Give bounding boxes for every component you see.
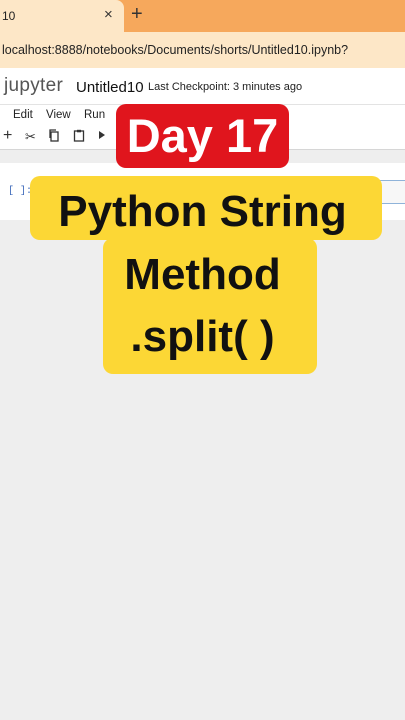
- address-bar[interactable]: localhost:8888/notebooks/Documents/short…: [0, 32, 405, 68]
- new-tab-icon[interactable]: +: [131, 3, 143, 26]
- jupyter-logo[interactable]: jupyter: [4, 75, 63, 97]
- url-text[interactable]: localhost:8888/notebooks/Documents/short…: [2, 43, 348, 57]
- menu-run[interactable]: Run: [84, 109, 105, 121]
- copy-icon[interactable]: [48, 129, 60, 145]
- cut-icon[interactable]: ✂: [25, 129, 36, 145]
- title-line-2: Method: [124, 250, 281, 299]
- menu-edit[interactable]: Edit: [13, 109, 33, 121]
- jupyter-header: jupyter Untitled10 Last Checkpoint: 3 mi…: [0, 68, 405, 104]
- title-line-3: .split( ): [130, 312, 275, 361]
- close-icon[interactable]: ×: [104, 6, 113, 23]
- run-icon[interactable]: [98, 129, 107, 144]
- day-badge: Day 17: [116, 104, 289, 168]
- browser-tab[interactable]: 10 ×: [0, 0, 124, 32]
- add-cell-icon[interactable]: +: [3, 127, 12, 145]
- browser-tab-strip: 10 × +: [0, 0, 405, 32]
- menu-view[interactable]: View: [46, 109, 71, 121]
- tab-title: 10: [2, 9, 16, 23]
- notebook-title[interactable]: Untitled10: [76, 79, 144, 96]
- last-checkpoint: Last Checkpoint: 3 minutes ago: [148, 81, 303, 93]
- title-line-1: Python String: [58, 187, 347, 236]
- paste-icon[interactable]: [73, 129, 85, 145]
